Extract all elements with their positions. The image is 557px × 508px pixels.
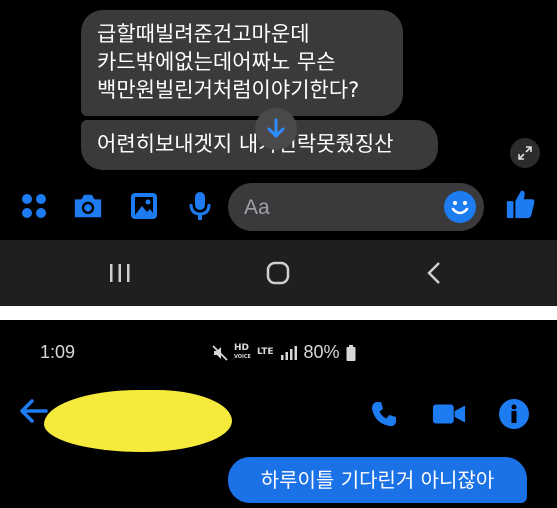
recent-apps-button[interactable] bbox=[100, 256, 140, 290]
video-icon bbox=[432, 404, 466, 424]
contact-name-redacted bbox=[44, 390, 232, 452]
voice-button[interactable] bbox=[184, 190, 216, 222]
info-icon bbox=[499, 399, 529, 429]
call-button[interactable] bbox=[367, 398, 401, 430]
screenshot-divider bbox=[0, 306, 557, 320]
system-navigation-bar bbox=[0, 240, 557, 306]
image-icon bbox=[131, 193, 157, 219]
emoji-button[interactable] bbox=[444, 191, 476, 223]
camera-button[interactable] bbox=[72, 190, 104, 222]
video-call-button[interactable] bbox=[432, 398, 466, 430]
conversation-header bbox=[0, 390, 557, 452]
incoming-message[interactable]: 급할때빌려준건고마운데 카드밖에없는데어짜노 무슨 백만원빌린거처럼이야기한다? bbox=[81, 10, 403, 116]
message-line: 급할때빌려준건고마운데 bbox=[97, 22, 310, 46]
chat-screen-top: 급할때빌려준건고마운데 카드밖에없는데어짜노 무슨 백만원빌린거처럼이야기한다?… bbox=[0, 0, 557, 240]
expand-button[interactable] bbox=[510, 138, 540, 168]
message-text: 하루이틀 기다린거 아니잖아 bbox=[260, 468, 495, 492]
chevron-left-icon bbox=[427, 262, 440, 284]
apps-icon bbox=[22, 194, 46, 218]
message-line: 백만원빌린거처럼이야기한다? bbox=[97, 78, 360, 102]
hd-label: HD bbox=[234, 342, 250, 353]
gallery-button[interactable] bbox=[128, 190, 160, 222]
battery-icon bbox=[346, 344, 356, 361]
mic-icon bbox=[189, 192, 211, 220]
scroll-to-bottom-button[interactable] bbox=[255, 108, 297, 150]
status-time: 1:09 bbox=[40, 342, 76, 362]
lte-indicator: LTE bbox=[256, 347, 274, 357]
home-icon bbox=[266, 261, 290, 285]
camera-icon bbox=[74, 194, 102, 218]
status-icons: HD VOICE LTE 80% bbox=[212, 342, 356, 363]
message-input-field[interactable] bbox=[228, 183, 484, 233]
apps-button[interactable] bbox=[18, 190, 50, 222]
home-button[interactable] bbox=[258, 256, 298, 290]
voice-label: VOICE bbox=[234, 353, 251, 360]
info-button[interactable] bbox=[497, 398, 531, 430]
thumbs-up-icon bbox=[506, 190, 535, 219]
chat-screen-bottom: 1:09 HD VOICE LTE 80% 하루이틀 기다린거 아니잖아 bbox=[0, 320, 557, 508]
phone-icon bbox=[372, 402, 396, 427]
mute-icon bbox=[212, 344, 228, 361]
message-line: 카드밖에없는데어짜노 무슨 bbox=[97, 50, 336, 74]
message-text: 어련히보내겟지 내가연락못줬징산 bbox=[97, 132, 394, 156]
battery-percent: 80% bbox=[303, 342, 340, 362]
like-button[interactable] bbox=[505, 188, 537, 220]
recent-apps-icon bbox=[110, 264, 130, 282]
arrow-down-icon bbox=[267, 118, 285, 138]
hd-voice-indicator: HD VOICE bbox=[234, 342, 251, 362]
back-button[interactable] bbox=[414, 256, 454, 290]
emoji-icon bbox=[445, 192, 475, 222]
expand-icon bbox=[518, 146, 532, 160]
outgoing-message[interactable]: 하루이틀 기다린거 아니잖아 bbox=[228, 457, 527, 503]
message-input[interactable] bbox=[242, 183, 426, 233]
signal-icon bbox=[280, 345, 297, 360]
